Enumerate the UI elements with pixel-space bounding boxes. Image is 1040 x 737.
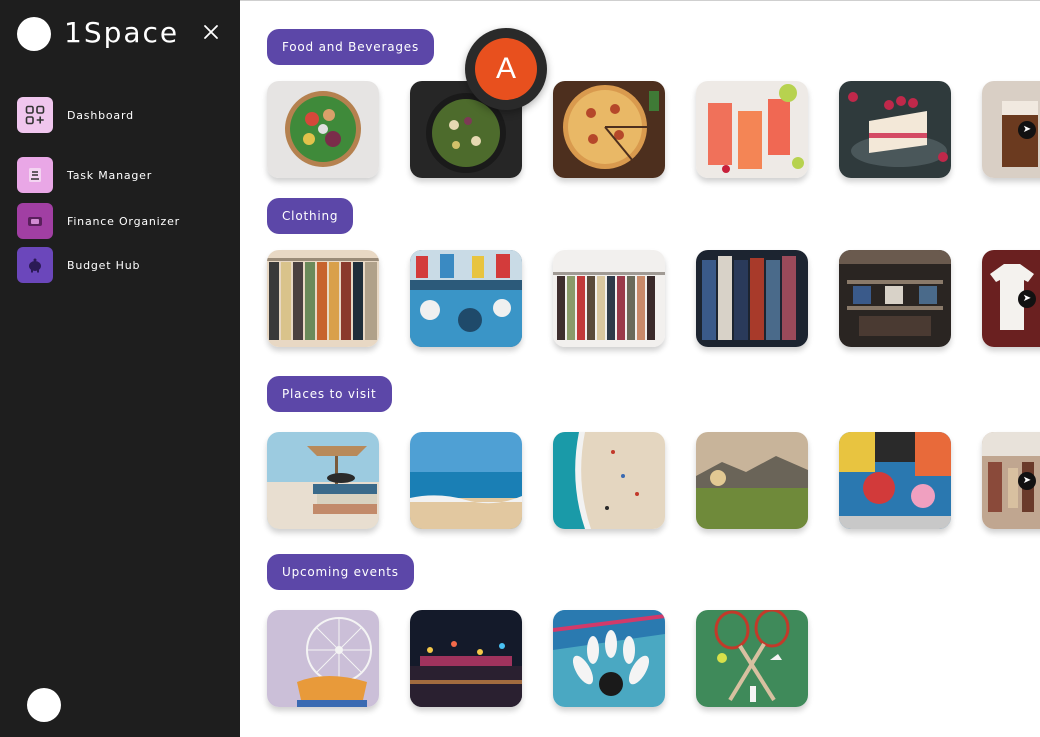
avatar-letter: A xyxy=(475,38,537,100)
tile-ferris-wheel[interactable] xyxy=(267,610,379,707)
sidebar-item-label: Budget Hub xyxy=(67,258,141,272)
user-profile-button[interactable] xyxy=(27,688,61,722)
task-list-icon xyxy=(17,157,53,193)
tile-hangers-rack[interactable] xyxy=(553,250,665,347)
tile-row-clothing: ➤ xyxy=(267,250,1040,347)
tile-white-tshirt[interactable]: ➤ xyxy=(982,250,1040,347)
tile-row-places: ➤ xyxy=(267,432,1040,529)
tile-salad-bowl[interactable] xyxy=(267,81,379,178)
scroll-right-arrow-icon[interactable]: ➤ xyxy=(1018,472,1036,490)
tile-bowling-pins[interactable] xyxy=(553,610,665,707)
piggy-bank-icon xyxy=(17,247,53,283)
sidebar-item-label: Finance Organizer xyxy=(67,214,180,228)
app-title: 1Space xyxy=(64,16,180,49)
tile-iced-coffee[interactable]: ➤ xyxy=(982,81,1040,178)
sidebar: 1Space Dashboard Task Manager Finance Or… xyxy=(0,0,240,737)
tile-row-food: ➤ xyxy=(267,81,1040,178)
sidebar-item-label: Task Manager xyxy=(67,168,153,182)
sidebar-item-finance-organizer[interactable]: Finance Organizer xyxy=(17,203,227,239)
wallet-icon xyxy=(17,203,53,239)
tile-red-drinks[interactable] xyxy=(696,81,808,178)
category-places-to-visit[interactable]: Places to visit xyxy=(267,376,392,412)
tile-jackets-rack[interactable] xyxy=(696,250,808,347)
tile-beach-umbrella-books[interactable] xyxy=(267,432,379,529)
category-clothing[interactable]: Clothing xyxy=(267,198,354,234)
tile-market-street[interactable]: ➤ xyxy=(982,432,1040,529)
sidebar-item-label: Dashboard xyxy=(67,108,134,122)
tile-badminton-rackets[interactable] xyxy=(696,610,808,707)
tile-clothes-rack[interactable] xyxy=(267,250,379,347)
tile-carnival-night[interactable] xyxy=(410,610,522,707)
close-icon xyxy=(204,25,218,39)
tile-clothing-store[interactable] xyxy=(839,250,951,347)
user-avatar-button[interactable]: A xyxy=(465,28,547,110)
main-content: Food and Beverages ➤ Clothing ➤ Places t… xyxy=(240,0,1040,737)
category-food-and-beverages[interactable]: Food and Beverages xyxy=(267,29,435,65)
sidebar-item-dashboard[interactable]: Dashboard xyxy=(17,97,227,133)
sidebar-item-task-manager[interactable]: Task Manager xyxy=(17,157,227,193)
tile-raspberry-cake[interactable] xyxy=(839,81,951,178)
close-sidebar-button[interactable] xyxy=(200,23,222,45)
scroll-right-arrow-icon[interactable]: ➤ xyxy=(1018,290,1036,308)
tile-aerial-beach[interactable] xyxy=(553,432,665,529)
dashboard-grid-icon xyxy=(17,97,53,133)
sidebar-item-budget-hub[interactable]: Budget Hub xyxy=(17,247,227,283)
tile-sea-shore[interactable] xyxy=(410,432,522,529)
tile-mountain-meadow[interactable] xyxy=(696,432,808,529)
logo-icon xyxy=(17,17,51,51)
category-upcoming-events[interactable]: Upcoming events xyxy=(267,554,414,590)
tile-street-mural[interactable] xyxy=(839,432,951,529)
scroll-right-arrow-icon[interactable]: ➤ xyxy=(1018,121,1036,139)
tile-pizza[interactable] xyxy=(553,81,665,178)
tile-shirt-rack[interactable] xyxy=(410,250,522,347)
tile-row-events xyxy=(267,610,1040,707)
